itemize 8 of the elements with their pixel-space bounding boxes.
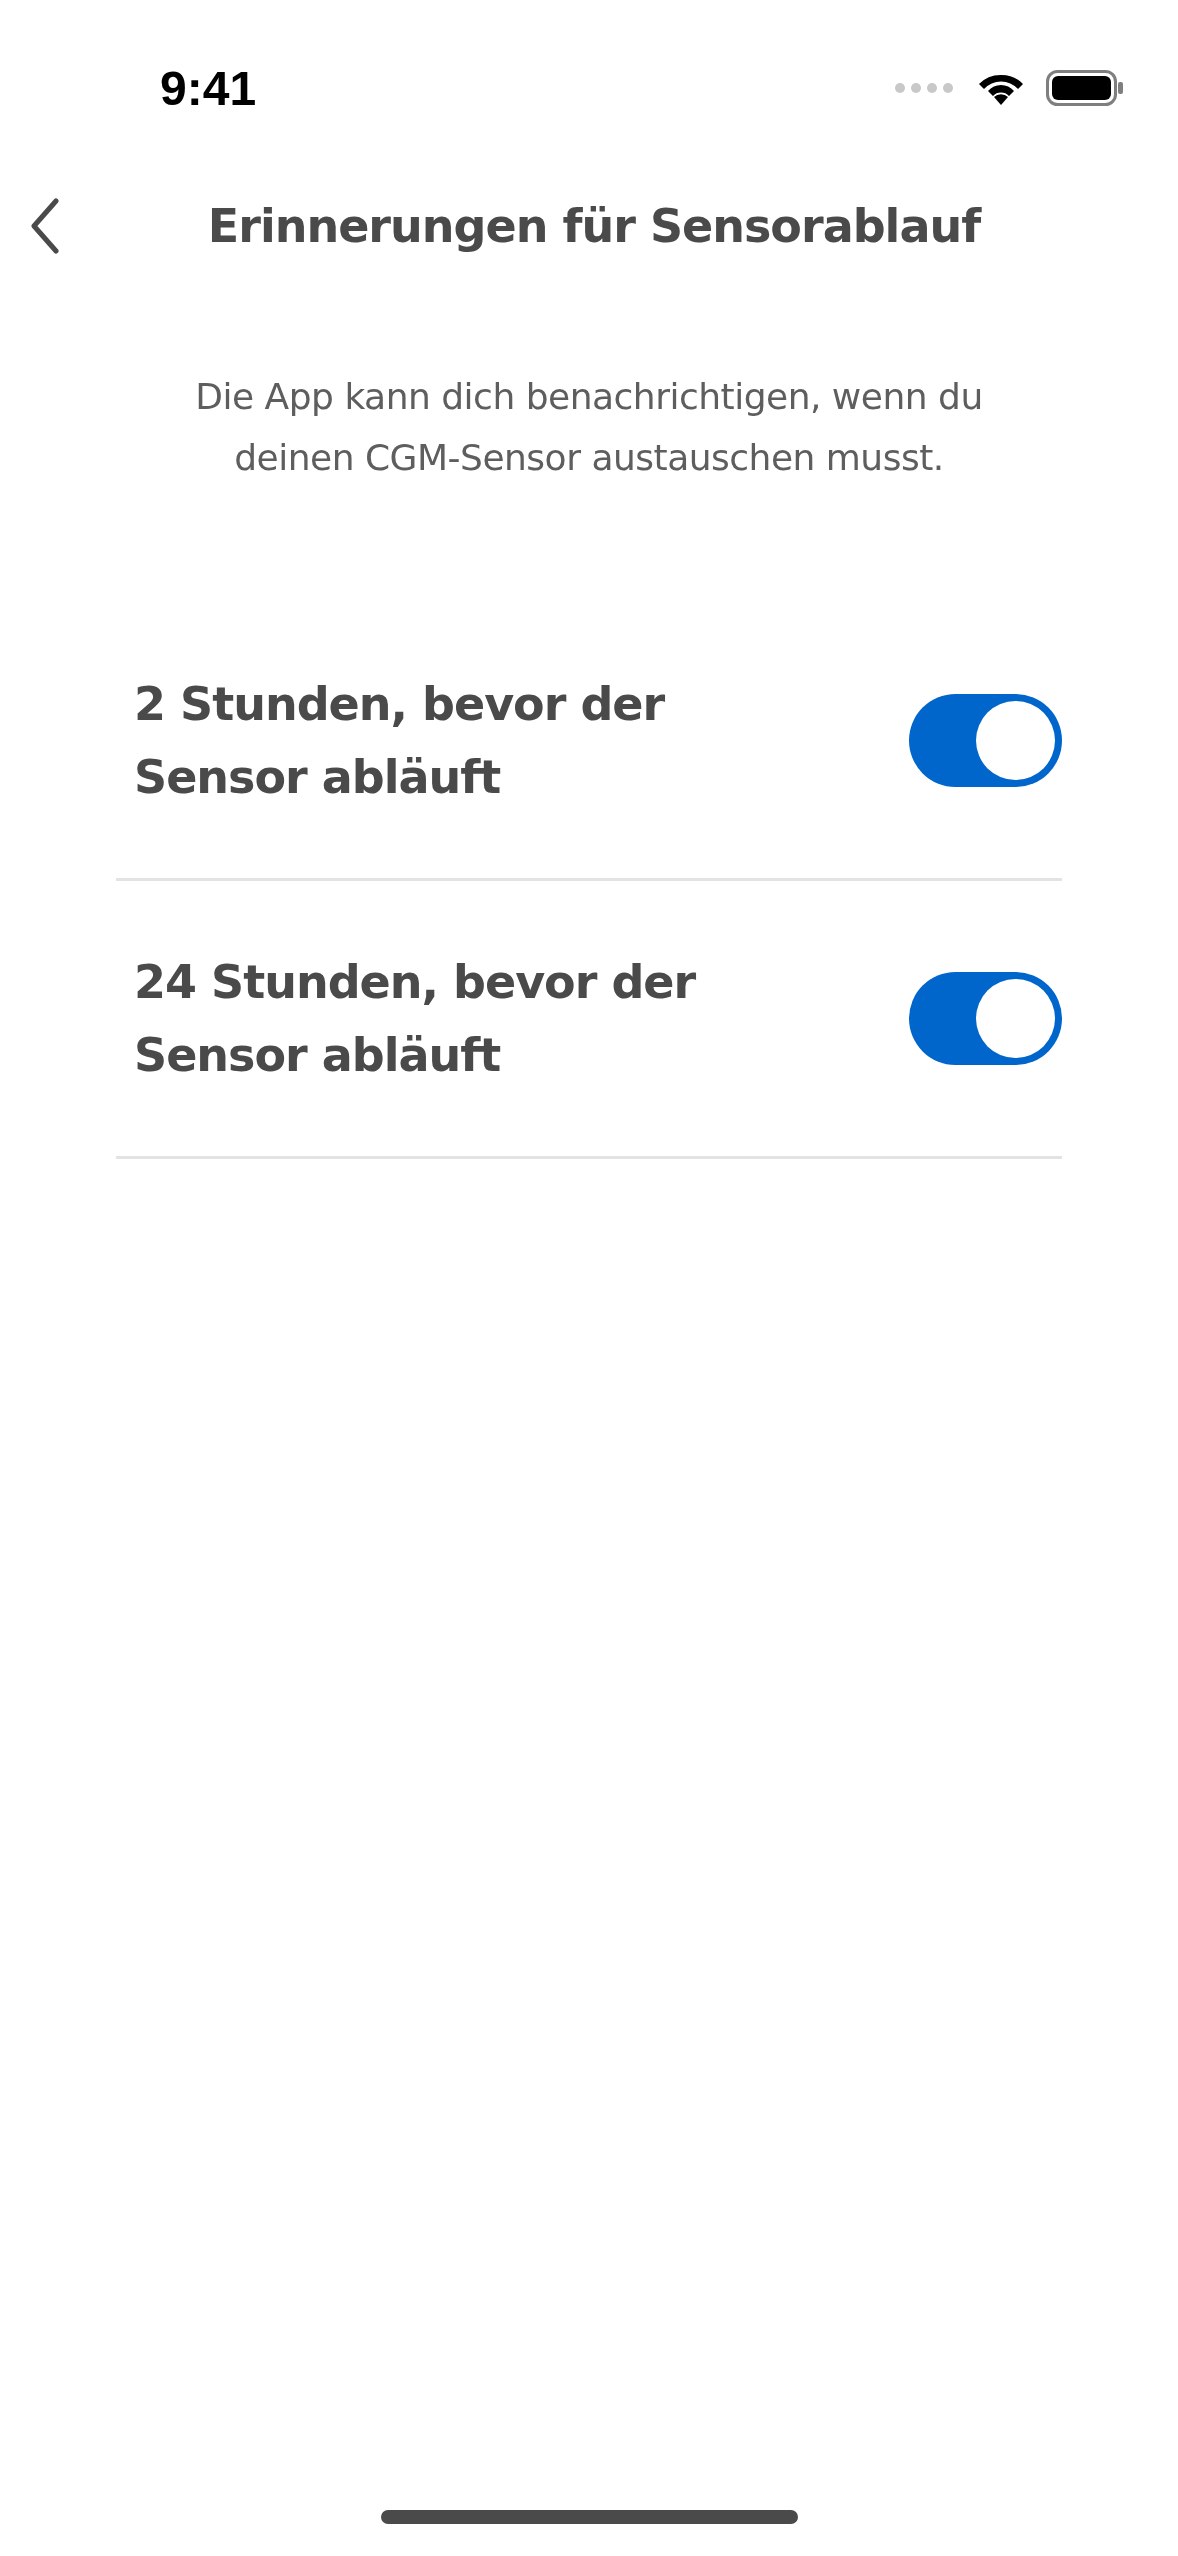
status-time: 9:41: [160, 60, 257, 116]
battery-icon: [1046, 70, 1124, 106]
description-text: Die App kann dich benachrichtigen, wenn du deinen CGM-Sensor austauschen musst.: [194, 375, 984, 480]
reminder-label: 24 Stunden, bevor der Sensor abläuft: [134, 953, 697, 1084]
reminder-label: 2 Stunden, bevor der Sensor abläuft: [134, 675, 666, 806]
signal-icon: [894, 82, 956, 94]
back-icon: [30, 198, 60, 254]
screen-title: Erinnerungen für Sensorablauf: [206, 199, 983, 253]
